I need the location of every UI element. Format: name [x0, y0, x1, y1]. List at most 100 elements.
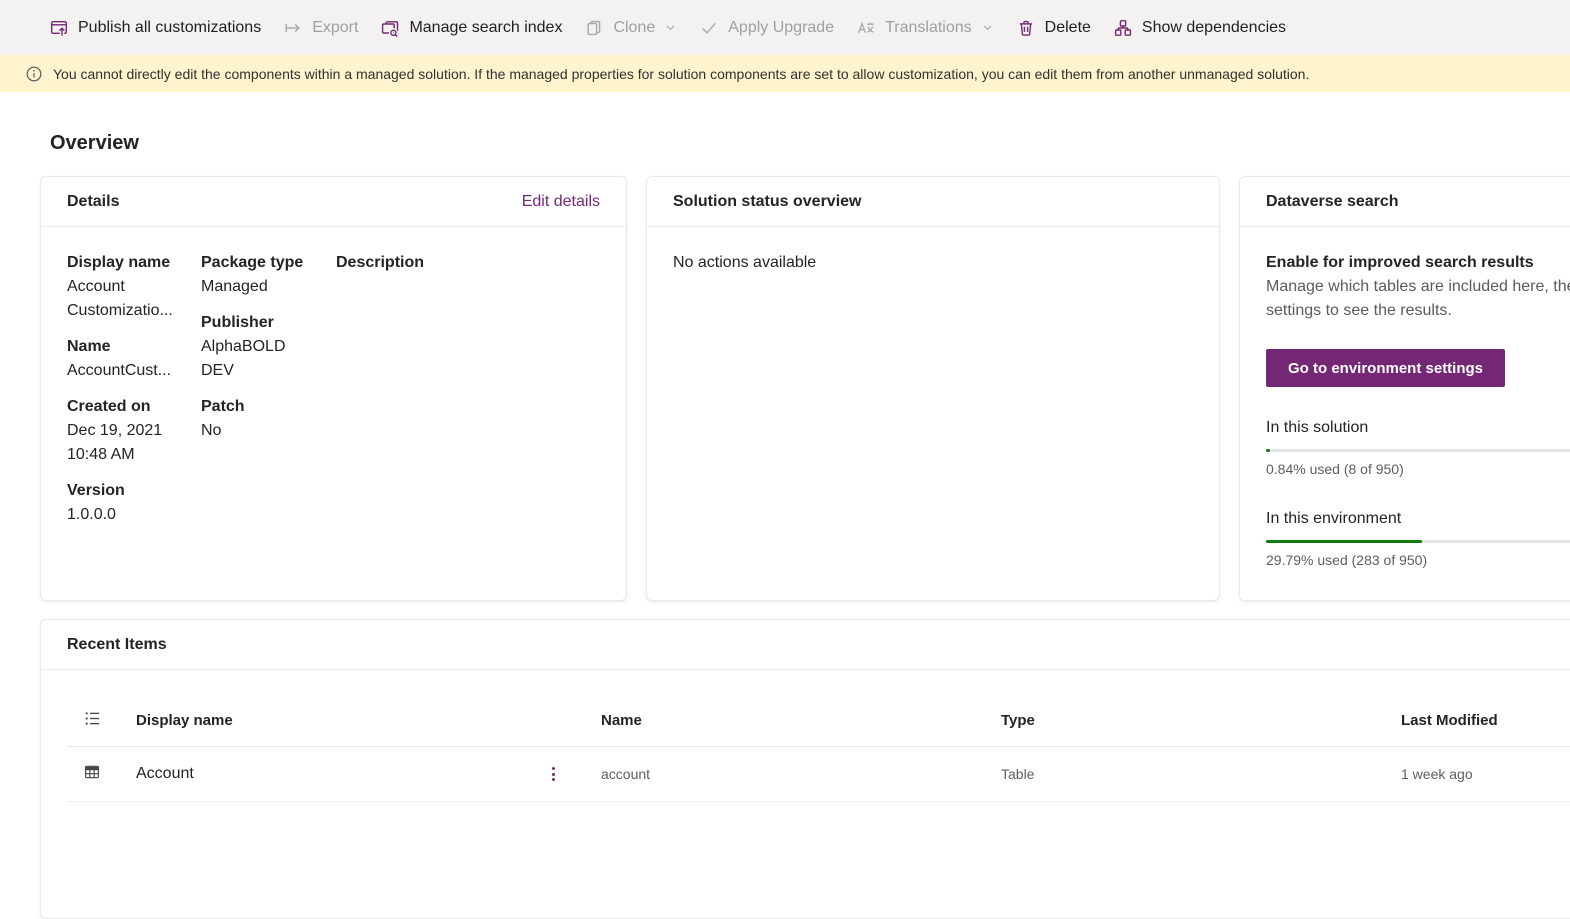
- field-label: Created on: [67, 398, 151, 415]
- checkmark-icon: [702, 22, 716, 34]
- field-value: 1.0.0.0: [67, 506, 116, 523]
- field-label: Package type: [201, 254, 304, 271]
- field-label: Publisher: [201, 314, 274, 331]
- field-value: AlphaBOLD: [201, 338, 286, 355]
- clone-icon: [587, 20, 601, 35]
- chevron-down-icon: [983, 25, 992, 31]
- toolbar-show-dependencies[interactable]: Show dependencies: [1102, 0, 1297, 55]
- column-header-type[interactable]: Type: [1001, 712, 1401, 729]
- trash-icon: [1019, 20, 1032, 36]
- field-display-name: Display name Account Customizatio...: [67, 251, 201, 323]
- field-patch: Patch No: [201, 395, 336, 443]
- column-header-name[interactable]: Name: [601, 712, 1001, 729]
- chevron-down-icon: [666, 25, 675, 31]
- field-value: Customizatio...: [67, 302, 173, 319]
- dependencies-icon: [1114, 19, 1132, 36]
- publish-icon: [51, 20, 68, 36]
- dataverse-description: Manage which tables are included here, t…: [1266, 278, 1570, 319]
- solution-usage-stats: 0.84% used (8 of 950): [1266, 461, 1404, 477]
- field-version: Version 1.0.0.0: [67, 479, 201, 527]
- recent-items-card: Recent Items Display name Name Type Last…: [40, 619, 1570, 919]
- search-index-icon: [382, 20, 399, 37]
- toolbar-item-label: Apply Upgrade: [728, 18, 835, 36]
- solution-usage-label: In this solution: [1266, 419, 1369, 436]
- export-icon: [285, 23, 300, 32]
- details-card-title: Details: [67, 192, 120, 210]
- recent-items-title: Recent Items: [67, 635, 167, 653]
- go-to-environment-settings-button[interactable]: Go to environment settings: [1266, 349, 1506, 387]
- environment-usage-progress-fill: [1266, 540, 1423, 543]
- field-package-type: Package type Managed: [201, 251, 336, 299]
- solution-usage: In this solution 0.84% used (8 of 950): [1266, 416, 1570, 477]
- row-display-name[interactable]: Account: [136, 765, 194, 783]
- page-title: Overview: [50, 132, 139, 154]
- toolbar-item-label: Export: [312, 18, 359, 36]
- toolbar-manage-search-index[interactable]: Manage search index: [369, 0, 573, 55]
- dataverse-heading: Enable for improved search results: [1266, 254, 1534, 271]
- command-bar: Publish all customizations Export Manage…: [0, 0, 1570, 55]
- column-header-last-modified[interactable]: Last Modified: [1401, 712, 1570, 729]
- toolbar-apply-upgrade[interactable]: Apply Upgrade: [688, 0, 845, 55]
- environment-usage-progressbar: [1266, 540, 1570, 543]
- recent-items-table: Display name Name Type Last Modified Acc…: [67, 695, 1570, 802]
- details-card: Details Edit details Display name Accoun…: [40, 176, 627, 601]
- column-header-display-name[interactable]: Display name: [136, 712, 601, 729]
- field-label: Display name: [67, 254, 171, 271]
- solution-usage-progressbar: [1266, 449, 1570, 452]
- field-label: Version: [67, 482, 125, 499]
- table-header-row: Display name Name Type Last Modified: [67, 695, 1570, 747]
- toolbar-publish-all-customizations[interactable]: Publish all customizations: [38, 0, 272, 55]
- field-created-on: Created on Dec 19, 2021 10:48 AM: [67, 395, 201, 467]
- field-description: Description: [336, 251, 600, 275]
- field-label: Patch: [201, 398, 245, 415]
- toolbar-export[interactable]: Export: [272, 0, 369, 55]
- details-column-3: Description: [336, 251, 600, 539]
- table-row[interactable]: Account account Table 1 week ago: [67, 747, 1570, 802]
- environment-usage-stats: 29.79% used (283 of 950): [1266, 552, 1428, 568]
- table-entity-icon: [85, 765, 99, 778]
- table-header-icon-cell: [67, 709, 136, 733]
- cell-type: Table: [1001, 766, 1035, 782]
- toolbar-translations[interactable]: Translations: [845, 0, 1005, 55]
- environment-usage-label: In this environment: [1266, 510, 1402, 527]
- solution-status-card: Solution status overview No actions avai…: [646, 176, 1220, 601]
- dataverse-card-header: Dataverse search: [1240, 177, 1570, 227]
- toolbar-clone[interactable]: Clone: [573, 0, 688, 55]
- row-icon-cell: [67, 763, 136, 786]
- overview-cards: Details Edit details Display name Accoun…: [40, 176, 1570, 601]
- banner-message: You cannot directly edit the components …: [53, 65, 1310, 82]
- dataverse-search-card: Dataverse search Enable for improved sea…: [1239, 176, 1570, 601]
- toolbar-item-label: Publish all customizations: [78, 18, 262, 36]
- toolbar-delete[interactable]: Delete: [1005, 0, 1102, 55]
- field-value: Managed: [201, 278, 268, 295]
- dataverse-card-body: Enable for improved search results Manag…: [1240, 227, 1570, 568]
- details-column-2: Package type Managed Publisher AlphaBOLD…: [201, 251, 336, 539]
- field-label: Name: [67, 338, 111, 355]
- row-more-options-button[interactable]: [548, 763, 559, 786]
- cell-name: account: [601, 766, 651, 782]
- details-card-body: Display name Account Customizatio... Nam…: [41, 227, 626, 539]
- bulleted-list-icon: [85, 711, 100, 725]
- environment-usage: In this environment 29.79% used (283 of …: [1266, 507, 1570, 568]
- solution-status-card-title: Solution status overview: [673, 192, 862, 210]
- field-name: Name AccountCust...: [67, 335, 201, 383]
- dataverse-card-title: Dataverse search: [1266, 192, 1399, 210]
- field-value: 10:48 AM: [67, 446, 135, 463]
- solution-status-card-header: Solution status overview: [647, 177, 1219, 227]
- field-value: No: [201, 422, 222, 439]
- info-banner: You cannot directly edit the components …: [0, 55, 1570, 92]
- field-label: Description: [336, 254, 425, 271]
- toolbar-item-label: Manage search index: [409, 18, 563, 36]
- cell-last-modified: 1 week ago: [1401, 766, 1473, 782]
- cell-display-name: Account: [136, 763, 601, 786]
- field-value: DEV: [201, 362, 234, 379]
- details-column-1: Display name Account Customizatio... Nam…: [67, 251, 201, 539]
- more-vertical-icon: [552, 767, 555, 770]
- recent-items-header: Recent Items: [41, 620, 1570, 670]
- edit-details-link[interactable]: Edit details: [522, 193, 600, 211]
- field-value: Dec 19, 2021: [67, 422, 163, 439]
- field-value: AccountCust...: [67, 362, 172, 379]
- field-value: Account: [67, 278, 125, 295]
- solution-status-empty-text: No actions available: [673, 254, 817, 271]
- info-icon: [26, 66, 42, 81]
